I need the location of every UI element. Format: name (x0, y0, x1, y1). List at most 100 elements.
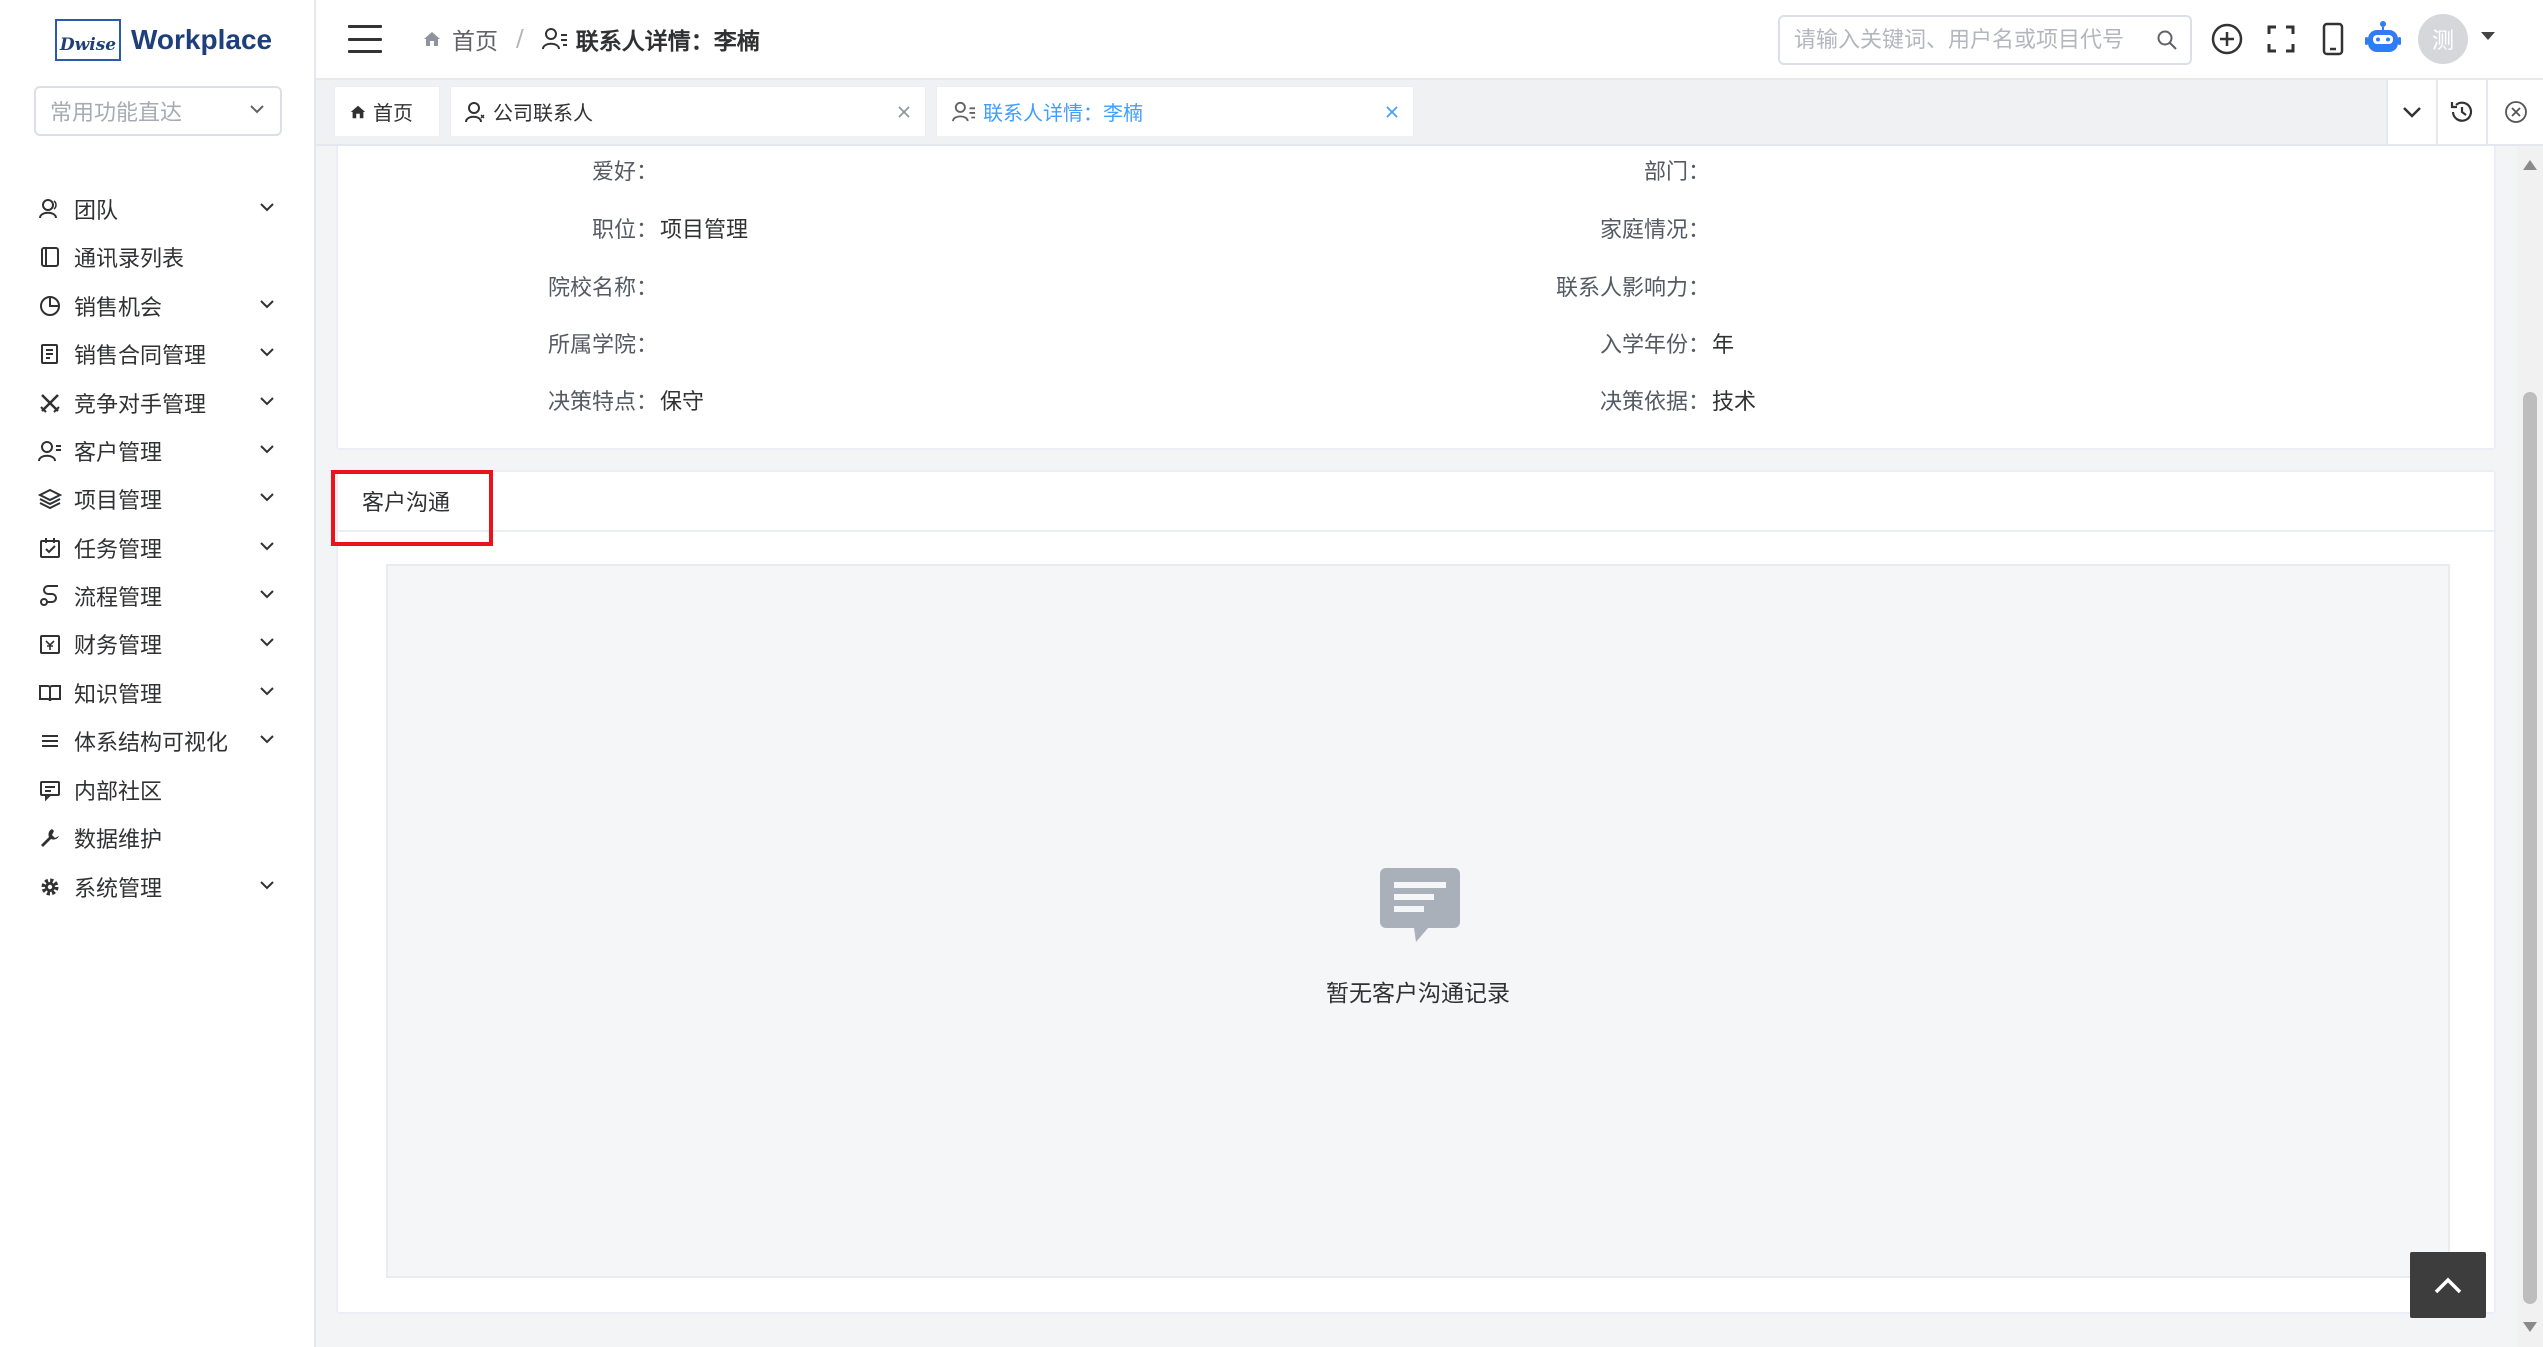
communication-empty-state: 暂无客户沟通记录 (386, 564, 2450, 1278)
sidebar-item-label: 流程管理 (74, 586, 163, 611)
scrollbar-thumb[interactable] (2523, 392, 2537, 1304)
scroll-up-arrow-icon[interactable] (2523, 160, 2537, 170)
sidebar-item-label: 财务管理 (74, 634, 163, 659)
contact-detail-icon (951, 101, 977, 123)
global-search[interactable] (1778, 15, 2192, 65)
tab-home-label: 首页 (373, 101, 413, 125)
sidebar-item-label: 体系结构可视化 (74, 731, 229, 756)
community-icon (36, 776, 64, 804)
sidebar-item-10[interactable]: 知识管理 (36, 673, 276, 713)
history-icon[interactable] (2436, 80, 2486, 144)
field-influence: 联系人影响力： (1555, 276, 1710, 301)
avatar[interactable]: 测 (2418, 14, 2468, 64)
page-scrollbar[interactable] (2517, 146, 2543, 1347)
tab-home[interactable]: 首页 (334, 86, 440, 136)
customer-icon (36, 437, 64, 465)
fullscreen-icon[interactable] (2262, 20, 2300, 58)
sidebar-item-0[interactable]: 团队 (36, 189, 276, 229)
sidebar-item-label: 数据维护 (74, 828, 163, 853)
chevron-down-icon (258, 439, 276, 464)
logo-word: Workplace (131, 24, 273, 55)
menu-toggle-icon[interactable] (348, 25, 382, 53)
sidebar-item-11[interactable]: 体系结构可视化 (36, 721, 276, 761)
sidebar-item-label: 团队 (74, 199, 119, 224)
address-book-icon (36, 243, 64, 271)
contact-detail-icon (541, 28, 567, 50)
tab-company-contacts[interactable]: 公司联系人 (450, 86, 926, 136)
breadcrumb: 首页 / 联系人详情：李楠 (422, 22, 760, 56)
sidebar-item-13[interactable]: 数据维护 (36, 818, 276, 858)
sidebar-item-8[interactable]: 流程管理 (36, 576, 276, 616)
chevron-down-icon (258, 197, 276, 222)
quick-access-placeholder: 常用功能直达 (50, 101, 183, 126)
flow-icon (36, 582, 64, 610)
team-icon (36, 195, 64, 223)
chevron-up-icon (2434, 1277, 2462, 1294)
sidebar-item-7[interactable]: 任务管理 (36, 528, 276, 568)
app-logo[interactable]: Dwise Workplace (55, 18, 272, 62)
sidebar-item-12[interactable]: 内部社区 (36, 770, 276, 810)
field-position: 职位： 项目管理 (591, 218, 749, 243)
sidebar-item-label: 销售合同管理 (74, 344, 207, 369)
chevron-down-icon (258, 681, 276, 706)
sidebar-item-4[interactable]: 竞争对手管理 (36, 383, 276, 423)
sidebar-item-5[interactable]: 客户管理 (36, 431, 276, 471)
chevron-down-icon (258, 391, 276, 416)
mobile-icon[interactable] (2314, 20, 2352, 58)
crossed-swords-icon (36, 389, 64, 417)
sidebar-item-6[interactable]: 项目管理 (36, 479, 276, 519)
quick-access-select[interactable]: 常用功能直达 (34, 86, 282, 136)
contract-icon (36, 340, 64, 368)
chevron-down-icon (258, 487, 276, 512)
sidebar-item-label: 通讯录列表 (74, 247, 185, 272)
sidebar-item-14[interactable]: 系统管理 (36, 867, 276, 907)
home-icon (349, 103, 367, 121)
wrench-icon (36, 824, 64, 852)
close-icon[interactable] (1385, 105, 1399, 119)
chevron-down-icon (258, 632, 276, 657)
task-icon (36, 534, 64, 562)
breadcrumb-current: 联系人详情：李楠 (541, 22, 760, 56)
sidebar-item-2[interactable]: 销售机会 (36, 286, 276, 326)
sidebar-item-label: 内部社区 (74, 780, 163, 805)
book-icon (36, 679, 64, 707)
field-family: 家庭情况： (1599, 218, 1710, 243)
sidebar-item-9[interactable]: 财务管理 (36, 624, 276, 664)
tab-contact-detail[interactable]: 联系人详情：李楠 (936, 86, 1414, 136)
field-decision-style: 决策特点： 保守 (547, 390, 705, 415)
tab-contact-detail-label: 联系人详情：李楠 (983, 101, 1143, 125)
breadcrumb-separator: / (516, 26, 524, 52)
sidebar-item-label: 系统管理 (74, 877, 163, 902)
chevron-down-icon (258, 729, 276, 754)
customer-communication-card: 客户沟通 暂无客户沟通记录 (331, 470, 2496, 1314)
sidebar-item-label: 任务管理 (74, 538, 163, 563)
main-content: 爱好： 职位： 项目管理 院校名称： 所属学院： 决策特点： 保守 部门： 家庭情况… (316, 146, 2517, 1347)
close-icon[interactable] (897, 105, 911, 119)
back-to-top-button[interactable] (2410, 1252, 2486, 1318)
breadcrumb-home[interactable]: 首页 (422, 22, 498, 56)
sidebar-item-label: 销售机会 (74, 296, 163, 321)
chevron-down-icon (258, 875, 276, 900)
robot-assistant-icon[interactable] (2364, 20, 2402, 58)
sidebar-item-label: 知识管理 (74, 683, 163, 708)
close-all-tabs-icon[interactable] (2486, 80, 2543, 144)
sidebar-item-1[interactable]: 通讯录列表 (36, 237, 276, 277)
gear-icon (36, 873, 64, 901)
caret-down-icon[interactable] (2476, 24, 2500, 48)
message-icon (1380, 868, 1460, 942)
logo-mark: Dwise (55, 19, 121, 61)
home-icon (424, 32, 440, 46)
scroll-down-arrow-icon[interactable] (2523, 1322, 2537, 1332)
chevron-down-icon (258, 584, 276, 609)
sidebar-item-3[interactable]: 销售合同管理 (36, 334, 276, 374)
tab-list-dropdown-icon[interactable] (2386, 80, 2436, 144)
search-icon[interactable] (2156, 29, 2178, 51)
pie-chart-icon (36, 292, 64, 320)
field-hobby: 爱好： (591, 160, 658, 185)
sidebar-item-label: 竞争对手管理 (74, 393, 207, 418)
layers-icon (36, 485, 64, 513)
sidebar: Dwise Workplace 常用功能直达 团队通讯录列表销售机会销售合同管理… (0, 0, 316, 1347)
field-department: 部门： (1643, 160, 1710, 185)
search-input[interactable] (1792, 26, 2156, 54)
add-circle-icon[interactable] (2208, 20, 2246, 58)
